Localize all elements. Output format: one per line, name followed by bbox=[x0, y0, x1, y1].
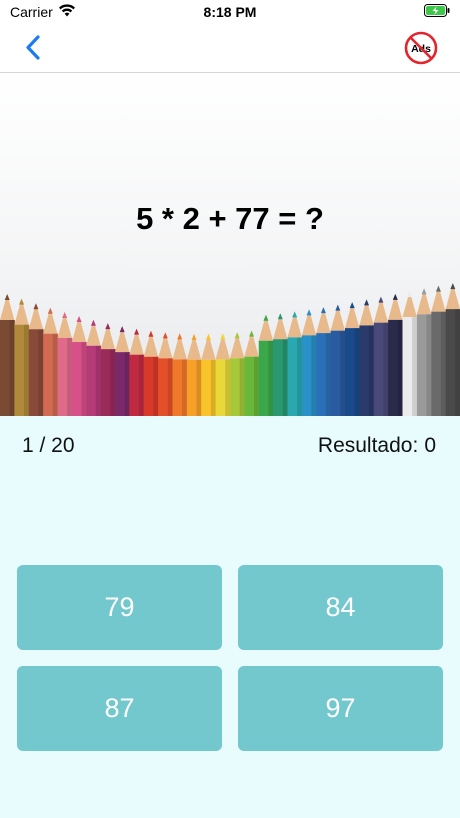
pencil bbox=[416, 288, 432, 416]
pencil bbox=[316, 307, 332, 416]
remove-ads-button[interactable]: Ads bbox=[404, 31, 438, 65]
info-row: 1 / 20 Resultado: 0 bbox=[0, 432, 460, 462]
pencil bbox=[445, 283, 460, 416]
pencil bbox=[258, 314, 274, 416]
pencil bbox=[57, 311, 73, 416]
pencil bbox=[115, 326, 130, 416]
score-label: Resultado: bbox=[317, 434, 419, 457]
pencil bbox=[215, 333, 231, 416]
question-text: 5 * 2 + 77 = ? bbox=[136, 201, 324, 236]
pencil bbox=[359, 299, 375, 416]
pencil bbox=[201, 333, 217, 416]
pencil bbox=[172, 333, 188, 416]
pencil bbox=[330, 304, 346, 416]
score-display: Resultado: 0 bbox=[318, 434, 436, 458]
pencil bbox=[230, 332, 245, 416]
question-progress: 1 / 20 bbox=[22, 434, 75, 457]
pencil bbox=[143, 330, 159, 416]
chevron-left-icon bbox=[18, 35, 50, 70]
pencil bbox=[71, 316, 87, 416]
answer-label: 97 bbox=[325, 693, 356, 723]
navigation-bar: Ads bbox=[0, 24, 460, 73]
answer-label: 79 bbox=[104, 592, 135, 622]
score-value: 0 bbox=[424, 434, 436, 457]
pencil bbox=[431, 285, 447, 416]
status-bar: Carrier 8:18 PM bbox=[0, 0, 460, 24]
pencil bbox=[43, 307, 58, 416]
pencil bbox=[186, 333, 202, 416]
back-button[interactable] bbox=[18, 30, 50, 66]
pencil bbox=[244, 330, 260, 416]
answer-label: 84 bbox=[325, 592, 356, 622]
pencil bbox=[28, 303, 44, 416]
pencil bbox=[402, 291, 418, 416]
answer-label: 87 bbox=[104, 693, 135, 723]
answer-button-1[interactable]: 79 bbox=[17, 565, 222, 650]
pencil bbox=[14, 298, 30, 416]
status-time: 8:18 PM bbox=[203, 4, 257, 20]
pencil bbox=[86, 319, 102, 416]
pencil bbox=[301, 309, 317, 416]
battery-charging-icon bbox=[424, 4, 450, 20]
answer-button-3[interactable]: 87 bbox=[17, 666, 222, 751]
pencil bbox=[273, 313, 288, 416]
answer-button-2[interactable]: 84 bbox=[238, 565, 443, 650]
colored-pencils-image bbox=[0, 283, 460, 416]
pencil bbox=[129, 328, 145, 416]
pencil bbox=[287, 311, 303, 416]
pencil bbox=[373, 296, 389, 416]
pencil bbox=[388, 293, 403, 416]
answer-button-4[interactable]: 97 bbox=[238, 666, 443, 751]
pencil bbox=[0, 294, 15, 416]
pencil bbox=[158, 332, 173, 416]
pencil bbox=[100, 323, 116, 416]
pencil bbox=[345, 302, 360, 416]
question-panel: 5 * 2 + 77 = ? bbox=[0, 73, 460, 416]
